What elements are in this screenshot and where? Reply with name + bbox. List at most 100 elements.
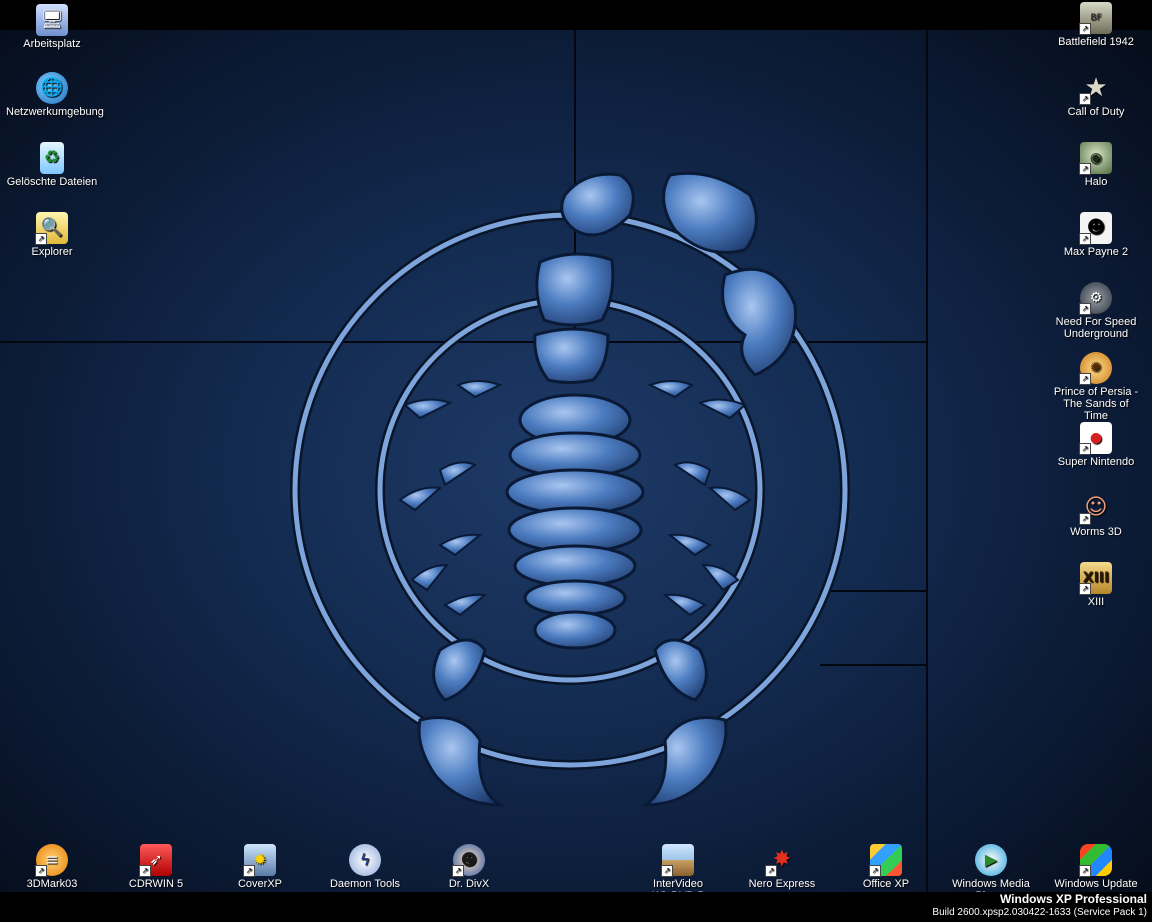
battlefield-icon: BF ↗: [1079, 2, 1112, 35]
icon-label: Prince of Persia - The Sands of Time: [1053, 386, 1139, 422]
3dmark-icon: ≡ ↗: [35, 844, 68, 877]
desktop-icon-daemon-tools[interactable]: ϟ Daemon Tools: [319, 844, 411, 890]
leg: [667, 533, 712, 557]
desktop-icon-arbeitsplatz[interactable]: 🖥 Arbeitsplatz: [6, 4, 98, 50]
desktop-icon-coverxp[interactable]: ✹ ↗ CoverXP: [214, 844, 306, 890]
shortcut-arrow-icon: ↗: [243, 865, 255, 877]
leg: [403, 398, 453, 420]
icon-label: Need For Speed Underground: [1055, 316, 1137, 340]
explorer-folder-icon: 🔍 ↗: [35, 212, 68, 245]
icon-label: Call of Duty: [1067, 106, 1125, 118]
network-places-icon: 🌐: [36, 72, 68, 104]
office-xp-icon: ↗: [869, 844, 902, 877]
desktop-icon-3dmark03[interactable]: ≡ ↗ 3DMark03: [6, 844, 98, 890]
desktop-icon-windows-update[interactable]: ↗ Windows Update: [1050, 844, 1142, 890]
tail-stinger: [721, 267, 797, 377]
icon-label: Worms 3D: [1070, 526, 1122, 538]
call-of-duty-icon: ★ ↗: [1079, 72, 1112, 105]
desktop-icon-super-nintendo[interactable]: ● ↗ Super Nintendo: [1050, 422, 1142, 468]
desktop-icon-cdrwin[interactable]: ➶ ↗ CDRWIN 5: [110, 844, 202, 890]
desktop-icon-geloeschte-dateien[interactable]: ♻ Gelöschte Dateien: [6, 142, 98, 188]
desktop-icon-explorer[interactable]: 🔍 ↗ Explorer: [6, 212, 98, 258]
leg: [455, 380, 503, 399]
desktop[interactable]: 🖥 Arbeitsplatz 🌐 Netzwerkumgebung ♻ Gelö…: [0, 0, 1152, 922]
tail-segment: [560, 172, 635, 237]
head: [533, 610, 617, 650]
shortcut-arrow-icon: ↗: [452, 865, 464, 877]
nero-icon: ✸ ↗: [765, 844, 798, 877]
desktop-icon-nero-express[interactable]: ✸ ↗ Nero Express: [736, 844, 828, 891]
icon-label: Daemon Tools: [329, 878, 401, 890]
my-computer-icon: 🖥: [36, 4, 68, 36]
shortcut-arrow-icon: ↗: [1079, 443, 1091, 455]
desktop-icon-office-xp[interactable]: ↗ Office XP: [840, 844, 932, 890]
media-player-icon: ▶: [975, 844, 1007, 876]
daemon-tools-icon: ϟ: [349, 844, 381, 876]
windvd-icon: ↗: [661, 844, 694, 877]
body-segment: [523, 579, 627, 617]
icon-label: Arbeitsplatz: [23, 38, 81, 50]
leg: [398, 486, 443, 512]
shortcut-arrow-icon: ↗: [1079, 23, 1091, 35]
desktop-icon-halo[interactable]: ◉ ↗ Halo: [1050, 142, 1142, 188]
desktop-icon-need-for-speed[interactable]: ⚙ ↗ Need For Speed Underground: [1050, 282, 1142, 340]
icon-label: Max Payne 2: [1063, 246, 1129, 258]
worms-icon: ☺ ↗: [1079, 492, 1112, 525]
halo-icon: ◉ ↗: [1079, 142, 1112, 175]
leg: [647, 380, 695, 399]
leg: [697, 398, 747, 420]
leg: [707, 486, 752, 512]
shortcut-arrow-icon: ↗: [869, 865, 881, 877]
claw-left: [417, 716, 506, 807]
icon-label: Super Nintendo: [1057, 456, 1135, 468]
recycle-bin-icon: ♻: [40, 142, 64, 174]
claw-right: [639, 716, 728, 807]
tail-segment: [535, 252, 615, 327]
shortcut-arrow-icon: ↗: [1079, 93, 1091, 105]
shortcut-arrow-icon: ↗: [35, 865, 47, 877]
shortcut-arrow-icon: ↗: [139, 865, 151, 877]
desktop-icon-call-of-duty[interactable]: ★ ↗ Call of Duty: [1050, 72, 1142, 118]
windows-update-icon: ↗: [1079, 844, 1112, 877]
shortcut-arrow-icon: ↗: [1079, 373, 1091, 385]
desktop-icon-max-payne[interactable]: ☻ ↗ Max Payne 2: [1050, 212, 1142, 258]
leg: [438, 533, 483, 557]
desktop-icon-prince-of-persia[interactable]: ✺ ↗ Prince of Persia - The Sands of Time: [1050, 352, 1142, 422]
build-watermark: Build 2600.xpsp2.030422-1633 (Service Pa…: [932, 907, 1147, 918]
desktop-icon-dr-divx[interactable]: ☻ ↗ Dr. DivX: [423, 844, 515, 890]
shortcut-arrow-icon: ↗: [1079, 865, 1091, 877]
leg: [410, 563, 450, 592]
prince-of-persia-icon: ✺ ↗: [1079, 352, 1112, 385]
xiii-icon: XIII ↗: [1079, 562, 1112, 595]
leg: [672, 461, 712, 487]
icon-label: Battlefield 1942: [1058, 36, 1134, 48]
leg: [438, 461, 478, 487]
leg: [662, 593, 707, 617]
leg: [443, 593, 488, 617]
dr-divx-icon: ☻ ↗: [452, 844, 485, 877]
shortcut-arrow-icon: ↗: [661, 865, 673, 877]
shortcut-arrow-icon: ↗: [1079, 163, 1091, 175]
icon-label: Explorer: [31, 246, 73, 258]
cdrwin-icon: ➶ ↗: [139, 844, 172, 877]
shortcut-arrow-icon: ↗: [35, 233, 47, 245]
icon-label: Halo: [1084, 176, 1108, 188]
max-payne-icon: ☻ ↗: [1079, 212, 1112, 245]
desktop-icon-netzwerkumgebung[interactable]: 🌐 Netzwerkumgebung: [6, 72, 104, 118]
desktop-icon-battlefield[interactable]: BF ↗ Battlefield 1942: [1050, 2, 1142, 48]
shortcut-arrow-icon: ↗: [1079, 233, 1091, 245]
shortcut-arrow-icon: ↗: [1079, 513, 1091, 525]
super-nintendo-icon: ● ↗: [1079, 422, 1112, 455]
os-edition-watermark: Windows XP Professional: [999, 892, 1147, 906]
desktop-icon-worms-3d[interactable]: ☺ ↗ Worms 3D: [1050, 492, 1142, 539]
shortcut-arrow-icon: ↗: [765, 865, 777, 877]
scorpion-wallpaper: [290, 171, 850, 807]
coverxp-icon: ✹ ↗: [243, 844, 276, 877]
icon-label: CoverXP: [237, 878, 283, 890]
icon-label: Dr. DivX: [448, 878, 490, 890]
pincer-arm: [653, 638, 708, 702]
desktop-icon-xiii[interactable]: XIII ↗ XIII: [1050, 562, 1142, 608]
icon-label: Nero Express: [748, 878, 816, 890]
icon-label: 3DMark03: [26, 878, 78, 890]
icon-label: Netzwerkumgebung: [6, 106, 104, 118]
